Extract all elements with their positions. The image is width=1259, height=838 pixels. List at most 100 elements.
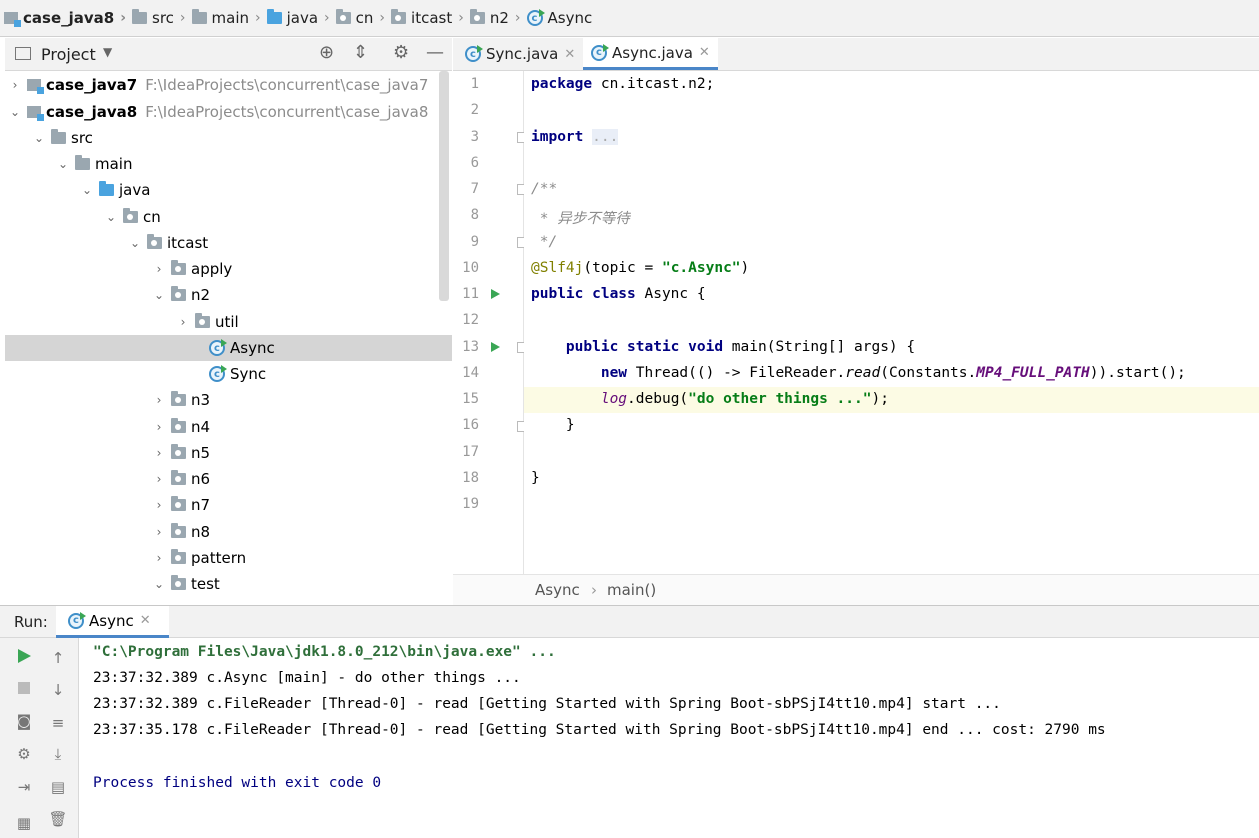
print-icon[interactable]: ▤	[48, 777, 68, 797]
chevron-right-icon: ›	[179, 10, 186, 26]
tree-item-async[interactable]: c Async	[5, 335, 452, 361]
chevron-right-icon[interactable]: ›	[151, 262, 167, 276]
trash-icon[interactable]: 🗑	[48, 809, 68, 829]
close-icon[interactable]: ✕	[140, 613, 151, 628]
close-icon[interactable]: ✕	[699, 45, 710, 60]
rerun-icon[interactable]	[14, 646, 34, 666]
camera-icon[interactable]: ◙	[14, 711, 34, 731]
chevron-right-icon[interactable]: ›	[151, 446, 167, 460]
tree-item-n4[interactable]: › n4	[5, 414, 452, 440]
project-tree-scrollbar[interactable]	[439, 71, 449, 301]
class-icon: c	[209, 365, 227, 382]
soft-wrap-icon[interactable]: ≡	[48, 713, 68, 733]
package-icon	[123, 208, 138, 223]
module-icon	[4, 12, 21, 27]
breadcrumb-item-cn[interactable]: cn ›	[335, 9, 385, 27]
tree-item-util[interactable]: › util	[5, 309, 452, 335]
exit-icon[interactable]: ⇥	[14, 777, 34, 797]
chevron-right-icon[interactable]: ›	[151, 525, 167, 539]
chevron-right-icon[interactable]: ›	[151, 393, 167, 407]
tab-async-java[interactable]: c Async.java ✕	[583, 38, 718, 70]
line-number: 7	[470, 181, 479, 197]
chevron-right-icon[interactable]: ›	[151, 498, 167, 512]
console-output[interactable]: "C:\Program Files\Java\jdk1.8.0_212\bin\…	[79, 638, 1259, 838]
editor-breadcrumb-method[interactable]: main()	[607, 581, 656, 599]
chevron-right-icon[interactable]: ›	[175, 315, 191, 329]
tab-sync-java[interactable]: c Sync.java ✕	[457, 38, 583, 70]
tab-run-async[interactable]: c Async ✕	[56, 606, 169, 638]
editor-breadcrumb-class[interactable]: Async	[535, 581, 580, 599]
chevron-down-icon[interactable]: ▼	[103, 45, 112, 59]
tree-item-apply[interactable]: › apply	[5, 256, 452, 282]
run-method-icon[interactable]	[491, 342, 500, 352]
breadcrumb-item-java[interactable]: java ›	[266, 9, 330, 27]
chevron-down-icon[interactable]: ⌄	[55, 157, 71, 171]
project-view-title[interactable]: Project	[41, 45, 96, 64]
tree-item-src[interactable]: ⌄ src	[5, 125, 452, 151]
breadcrumb-item-n2[interactable]: n2 ›	[469, 9, 521, 27]
tree-item-n7[interactable]: › n7	[5, 492, 452, 518]
chevron-right-icon[interactable]: ›	[7, 78, 23, 92]
stop-icon[interactable]	[14, 678, 34, 698]
gear-icon[interactable]: ⚙	[393, 42, 409, 63]
source-folder-icon	[266, 9, 282, 24]
tree-item-n6[interactable]: › n6	[5, 466, 452, 492]
arrow-down-icon[interactable]: ↓	[48, 680, 68, 700]
line-number: 2	[470, 102, 479, 118]
collapse-all-icon[interactable]: ⇕	[353, 42, 368, 63]
arrow-up-icon[interactable]: ↑	[48, 648, 68, 668]
breadcrumb-item-async[interactable]: c Async	[526, 9, 592, 27]
tree-item-test[interactable]: ⌄ test	[5, 571, 452, 597]
code-line-15: log.debug("do other things ...");	[600, 391, 889, 407]
chevron-right-icon[interactable]: ›	[151, 420, 167, 434]
tree-item-itcast[interactable]: ⌄ itcast	[5, 230, 452, 256]
chevron-down-icon[interactable]: ⌄	[103, 210, 119, 224]
tree-item-sync[interactable]: c Sync	[5, 361, 452, 387]
code-line-10: @Slf4j(topic = "c.Async")	[531, 260, 750, 276]
run-toolbar: ◙ ⚙ ⇥ ▦ ↑ ↓ ≡ ⤓ ▤ 🗑	[0, 638, 79, 838]
breadcrumb-item-case-java8[interactable]: case_java8 ›	[4, 9, 126, 27]
breadcrumb-item-src[interactable]: src ›	[132, 9, 186, 27]
close-icon[interactable]: ✕	[564, 47, 575, 62]
chevron-down-icon[interactable]: ⌄	[7, 105, 23, 119]
chevron-down-icon[interactable]: ⌄	[31, 131, 47, 145]
tree-item-n2[interactable]: ⌄ n2	[5, 282, 452, 308]
tree-item-n5[interactable]: › n5	[5, 440, 452, 466]
minimize-icon[interactable]: —	[426, 42, 444, 63]
line-number: 17	[462, 444, 479, 460]
locate-icon[interactable]: ⊕	[319, 42, 334, 63]
console-line-command: "C:\Program Files\Java\jdk1.8.0_212\bin\…	[93, 644, 556, 660]
tree-item-case-java8[interactable]: ⌄ case_java8 F:\IdeaProjects\concurrent\ca…	[5, 99, 452, 125]
tree-item-java[interactable]: ⌄ java	[5, 177, 452, 203]
class-icon: c	[526, 9, 545, 26]
tree-item-cn[interactable]: ⌄ cn	[5, 204, 452, 230]
chevron-right-icon[interactable]: ›	[151, 551, 167, 565]
chevron-right-icon[interactable]: ›	[151, 472, 167, 486]
tree-item-main[interactable]: ⌄ main	[5, 151, 452, 177]
scroll-to-end-icon[interactable]: ⤓	[48, 744, 68, 764]
tree-item-pattern[interactable]: › pattern	[5, 545, 452, 571]
package-icon	[147, 234, 162, 249]
settings-icon[interactable]: ⚙	[14, 744, 34, 764]
chevron-down-icon[interactable]: ⌄	[127, 236, 143, 250]
breadcrumb-item-itcast[interactable]: itcast ›	[391, 9, 464, 27]
chevron-down-icon[interactable]: ⌄	[151, 288, 167, 302]
breadcrumb-item-main[interactable]: main ›	[191, 9, 261, 27]
chevron-right-icon: ›	[324, 10, 330, 26]
chevron-down-icon[interactable]: ⌄	[151, 577, 167, 591]
layout-icon[interactable]: ▦	[14, 813, 34, 833]
tree-item-n3[interactable]: › n3	[5, 387, 452, 413]
run-class-icon[interactable]	[491, 289, 500, 299]
package-icon	[171, 391, 186, 406]
line-number: 8	[470, 207, 479, 223]
tree-item-n8[interactable]: › n8	[5, 519, 452, 545]
line-number: 15	[462, 391, 479, 407]
code-editor[interactable]: package cn.itcast.n2; import ... /** * 异…	[524, 71, 1259, 574]
class-icon: c	[591, 43, 609, 61]
package-icon	[171, 523, 186, 538]
tree-item-case-java7[interactable]: › case_java7 F:\IdeaProjects\concurrent\ca…	[5, 72, 452, 98]
run-label: Run:	[14, 613, 48, 631]
package-icon	[469, 9, 485, 24]
code-line-1: package cn.itcast.n2;	[531, 76, 715, 92]
chevron-down-icon[interactable]: ⌄	[79, 183, 95, 197]
